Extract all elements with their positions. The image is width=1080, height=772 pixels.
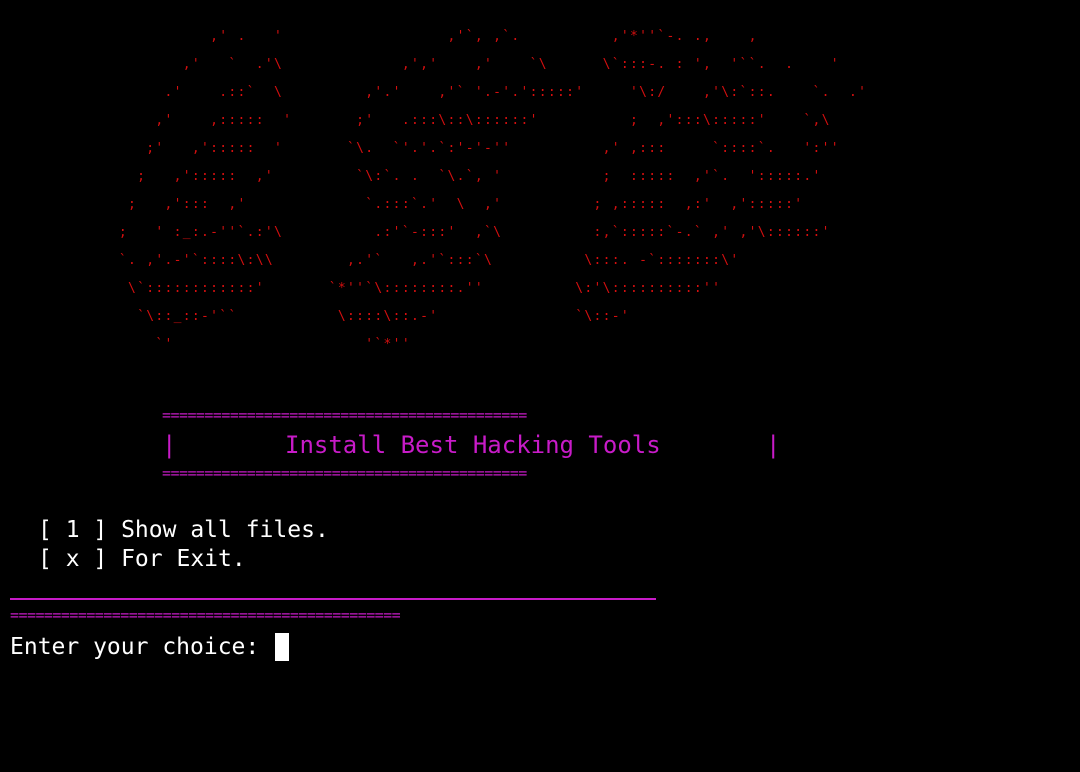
ascii-art-line: ; ,'::: ,' `.:::`.' \ ,' ; ,::::: ,:' ,'… bbox=[55, 197, 804, 212]
banner-bar-left: | bbox=[162, 431, 177, 459]
prompt-label: Enter your choice: bbox=[10, 634, 274, 660]
ascii-art-line: ; ,'::::: ,' `\:`. . `\.`, ' ; ::::: ,'`… bbox=[55, 169, 822, 184]
divider-rule: ========================================… bbox=[10, 606, 401, 624]
text-cursor[interactable] bbox=[275, 633, 290, 661]
ascii-art-logo: ,' . ' ,'`, ,`. ,'*''`-. ., , ,' ` .'\ ,… bbox=[0, 0, 1080, 370]
choice-prompt[interactable]: Enter your choice: bbox=[10, 632, 290, 662]
menu-item-exit: [ x ] For Exit. bbox=[38, 546, 246, 572]
banner-title-row: | Install Best Hacking Tools | bbox=[162, 430, 782, 460]
ascii-art-line: `\::_::-'`` \::::\::.-' `\::-' bbox=[55, 309, 630, 324]
ascii-art-line: \`::::::::::::' `*''`\::::::::.'' \:'\::… bbox=[55, 281, 722, 296]
terminal-screen: ,' . ' ,'`, ,`. ,'*''`-. ., , ,' ` .'\ ,… bbox=[0, 0, 1080, 772]
banner-title: Install Best Hacking Tools bbox=[285, 431, 661, 459]
banner-rule-bottom: ========================================… bbox=[162, 464, 527, 482]
banner-rule-top: ========================================… bbox=[162, 406, 527, 424]
ascii-art-line: .' .::` \ ,'.' ,'` '.-'.':::::' '\:/ ,'\… bbox=[55, 85, 868, 100]
ascii-art-line: `' '`*'' bbox=[55, 337, 411, 352]
ascii-art-line: ,' ,::::: ' ;' .:::\::\::::::' ; ,':::\:… bbox=[55, 113, 831, 128]
menu-item-show-all-files: [ 1 ] Show all files. bbox=[38, 517, 329, 543]
ascii-art-line: ;' ,'::::: ' `\. `'.'.`:'-'-'' ,' ,::: `… bbox=[55, 141, 840, 156]
ascii-art-line: ,' . ' ,'`, ,`. ,'*''`-. ., , bbox=[55, 29, 758, 44]
ascii-art-line: `. ,'.-'`::::\:\\ ,.'` ,.'`:::`\ \:::. -… bbox=[55, 253, 740, 268]
ascii-art-line: ,' ` .'\ ,',' ,' `\ \`:::-. : ', '``. . … bbox=[55, 57, 840, 72]
banner-bar-right: | bbox=[766, 431, 781, 459]
ascii-art-line: ; ' :_:.-''`.:'\ .:'`-:::' ,`\ :,`:::::`… bbox=[55, 225, 831, 240]
divider-line bbox=[10, 598, 656, 600]
